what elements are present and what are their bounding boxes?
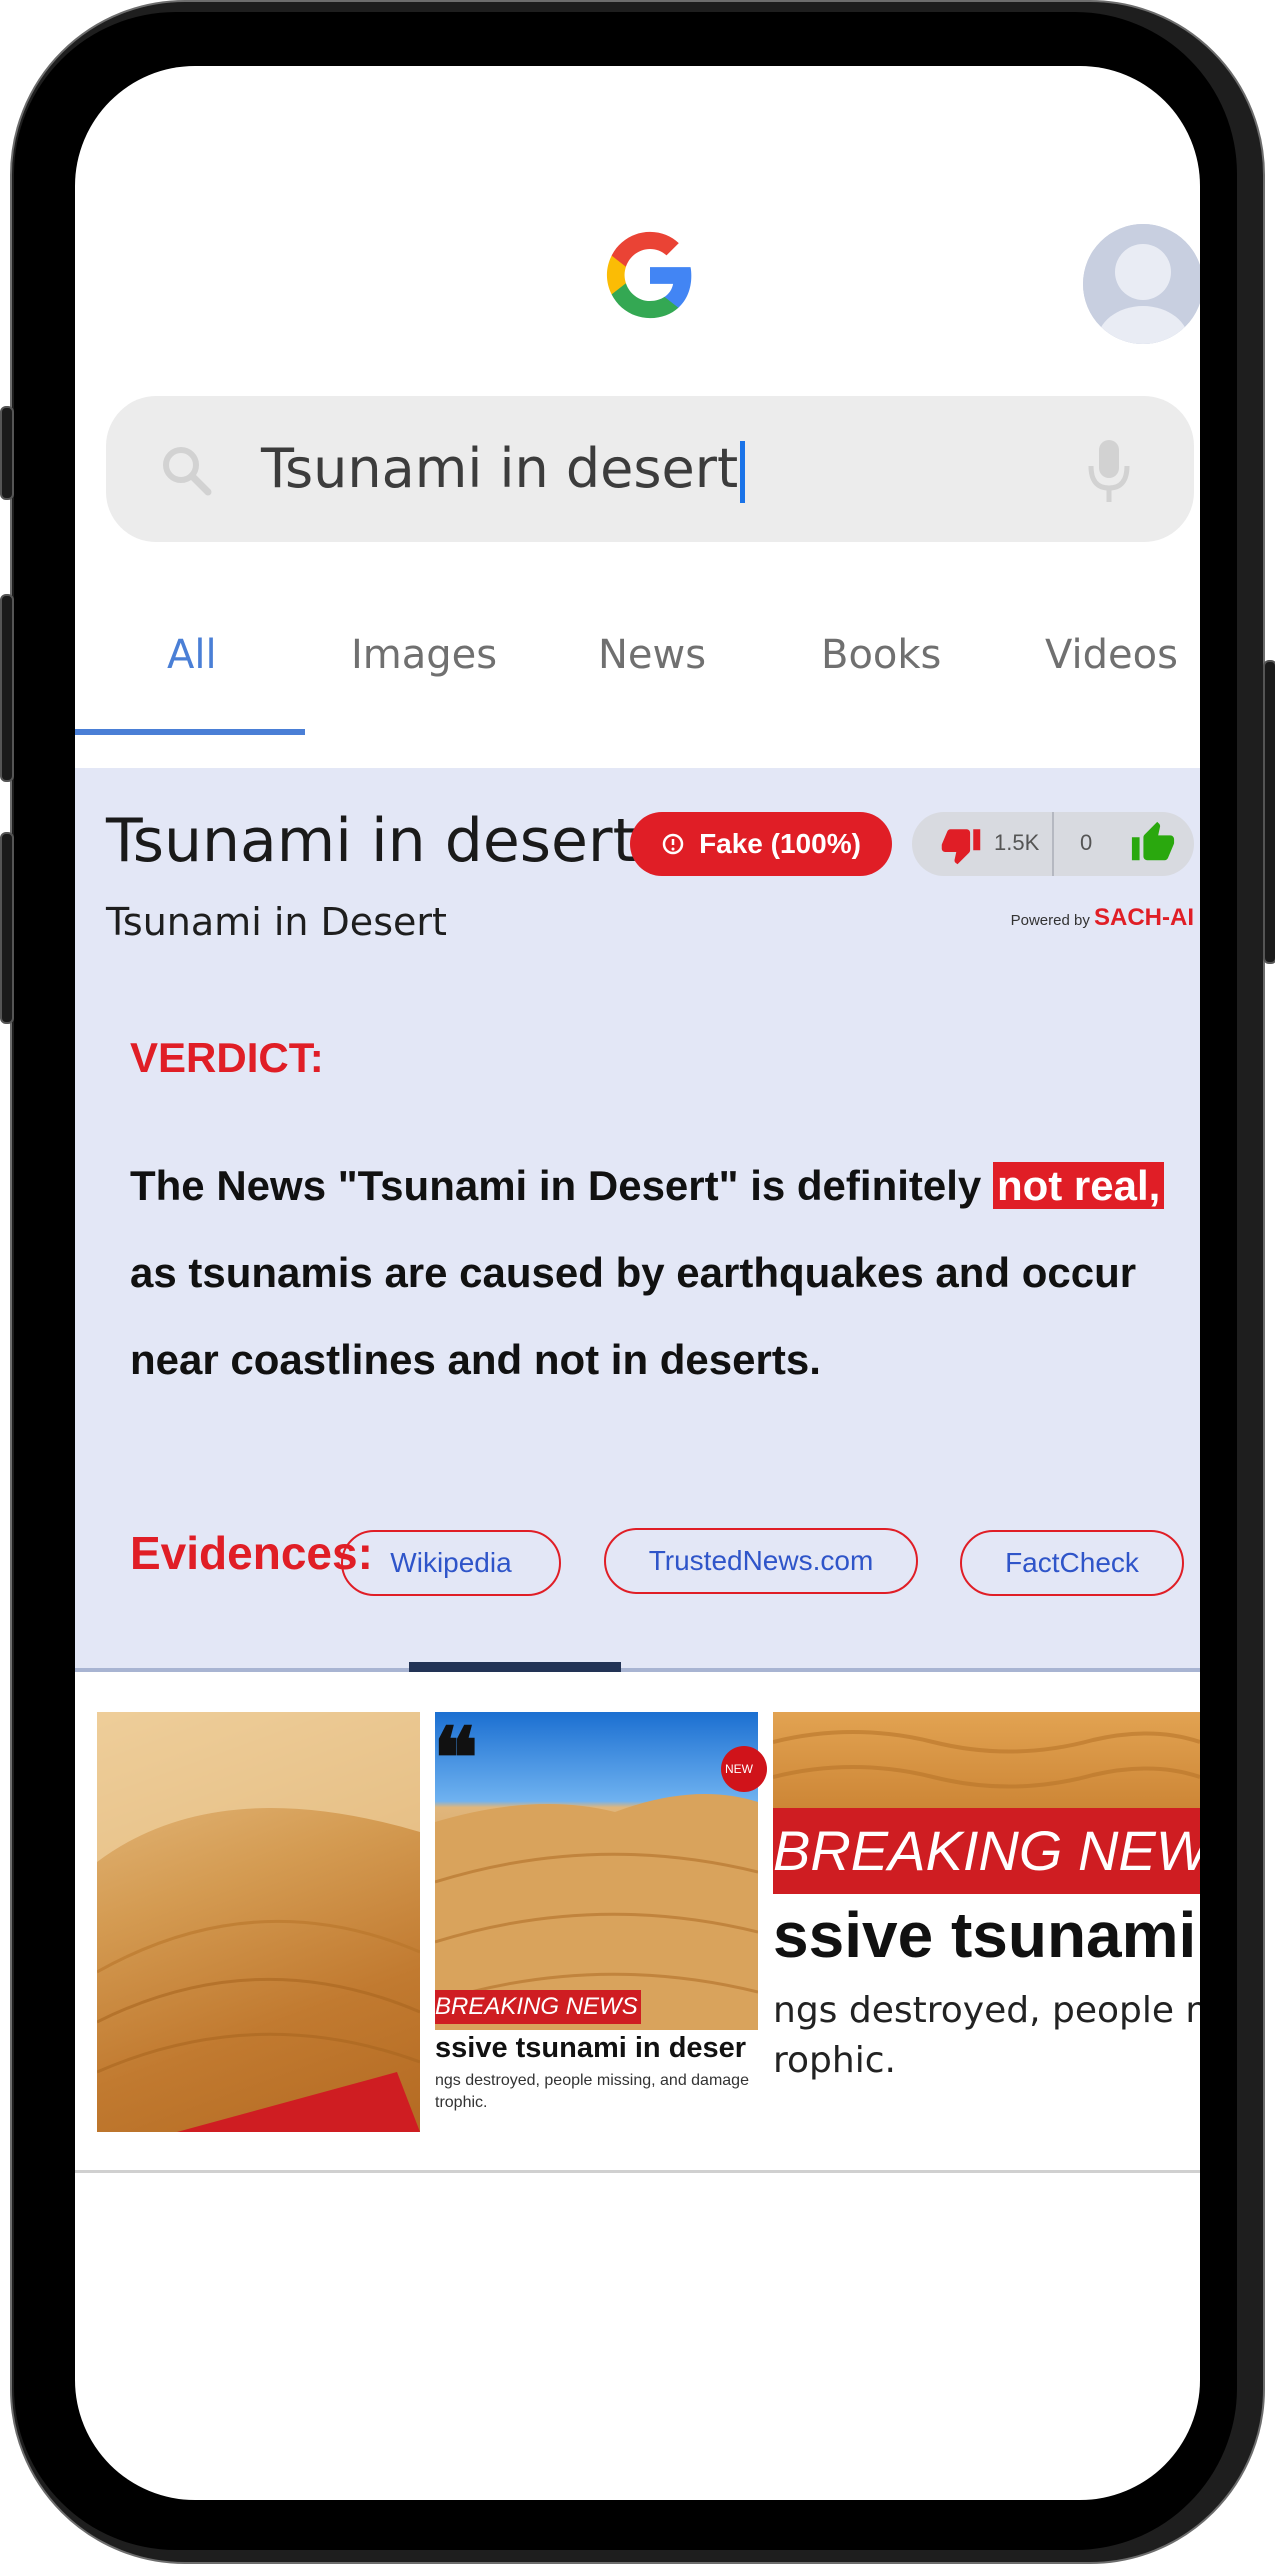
image-result-breaking-news-large[interactable] [773,1712,1200,1808]
news-headline: ssive tsunami in deser [435,2032,747,2064]
like-count: 0 [1080,830,1093,855]
evidence-link-trustednews[interactable]: TrustedNews.com [604,1528,918,1594]
breaking-news-banner: BREAKING NEWS [435,1990,641,2024]
active-tab-indicator [75,729,305,735]
tab-all[interactable]: All [167,632,217,678]
volume-up-button [0,594,14,782]
news-subtext: trophic. [435,2094,488,2111]
thumbs-down-icon[interactable] [940,824,982,866]
volume-down-button [0,832,14,1024]
tab-news[interactable]: News [598,632,706,678]
microphone-icon[interactable] [1084,436,1134,506]
search-icon[interactable] [156,440,216,500]
quote-mark-icon: ❝ [433,1711,479,1805]
fake-badge-label: Fake (100%) [699,828,861,859]
desert-dunes-image [97,1712,420,2132]
verdict-text: The News "Tsunami in Desert" is definite… [130,1142,1190,1403]
user-silhouette-icon [1083,224,1200,344]
image-result-desert-dunes[interactable] [97,1712,420,2132]
mute-switch [0,406,14,500]
result-subtitle: Tsunami in Desert [106,900,447,944]
thumbs-up-icon[interactable] [1130,820,1176,866]
card-page-indicator [409,1662,621,1672]
verdict-highlight: not real, [992,1162,1165,1209]
phone-screen: Tsunami in desert All Images News Books … [75,66,1200,2500]
alert-circle-icon [662,833,684,855]
powered-by: Powered by SACH-AI [1011,904,1194,932]
search-query-text: Tsunami in desert [261,437,739,500]
tab-videos[interactable]: Videos [1045,632,1178,678]
breaking-news-banner: BREAKING NEWS [773,1808,1200,1894]
vote-divider [1052,812,1054,876]
evidence-link-wikipedia[interactable]: Wikipedia [341,1530,561,1596]
carousel-divider [75,2170,1200,2173]
search-bar[interactable]: Tsunami in desert [106,396,1194,542]
news-headline: ssive tsunami [773,1899,1197,1971]
avatar[interactable] [1083,224,1200,344]
dislike-count: 1.5K [994,830,1040,855]
card-divider [75,1668,1200,1672]
search-input[interactable]: Tsunami in desert [261,436,746,504]
text-caret [740,441,746,504]
news-subtext: ngs destroyed, people miss [773,1990,1200,2031]
tab-books[interactable]: Books [821,632,941,678]
desert-news-image [435,1794,758,2030]
evidence-label: Evidences: [130,1527,373,1579]
image-result-breaking-news[interactable] [435,1712,758,2030]
powered-by-prefix: Powered by [1010,912,1090,929]
result-title: Tsunami in desert [106,806,637,876]
verdict-text-after: as tsunamis are caused by earthquakes an… [130,1249,1137,1383]
verdict-text-before: The News "Tsunami in Desert" is definite… [130,1162,982,1209]
verdict-label: VERDICT: [130,1034,324,1081]
news-subtext: ngs destroyed, people missing, and damag… [435,2072,749,2089]
powered-by-brand: SACH-AI [1094,904,1194,931]
news-subtext: rophic. [773,2040,896,2081]
tab-images[interactable]: Images [351,632,497,678]
fake-status-badge: Fake (100%) [630,812,892,876]
google-logo-icon [606,231,692,319]
desert-sand-image [773,1730,1200,1789]
news-corner-badge: NEW [721,1746,767,1792]
evidence-link-factcheck[interactable]: FactCheck [960,1530,1184,1596]
vote-control: 1.5K 0 [912,812,1194,876]
power-button [1263,660,1275,964]
